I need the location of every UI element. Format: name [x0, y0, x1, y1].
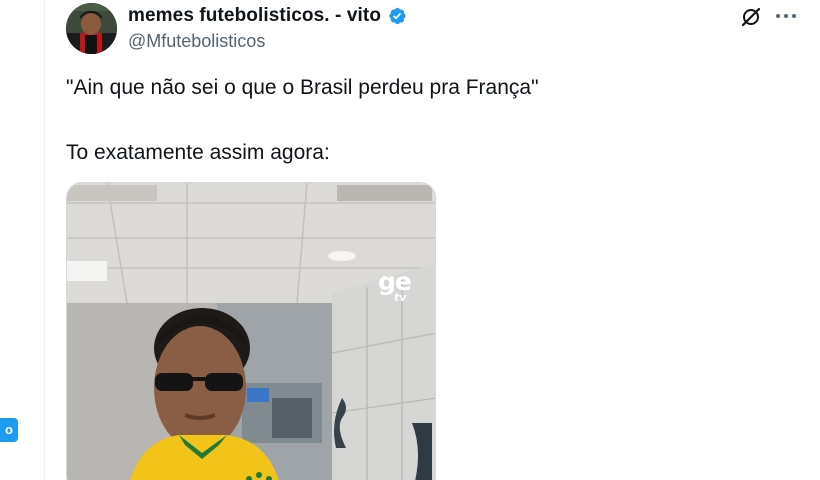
- video-frame-illustration: [67, 183, 435, 480]
- author-display-name[interactable]: memes futebolisticos. - vito: [128, 5, 381, 27]
- media-watermark-sub: tv: [394, 291, 407, 304]
- author-avatar[interactable]: [66, 3, 117, 54]
- timeline-divider: [44, 0, 45, 480]
- author-handle[interactable]: @Mfutebolisticos: [128, 31, 265, 52]
- left-edge-badge[interactable]: o: [0, 418, 18, 442]
- more-options-icon[interactable]: [775, 13, 797, 19]
- tweet-media-video[interactable]: ge tv: [66, 182, 436, 480]
- author-name-row[interactable]: memes futebolisticos. - vito: [128, 4, 407, 28]
- tweet-text-line-1: "Ain que não sei o que o Brasil perdeu p…: [66, 76, 539, 99]
- grok-icon[interactable]: [740, 6, 762, 28]
- tweet-text-line-2: To exatamente assim agora:: [66, 141, 330, 164]
- verified-badge-icon: [389, 7, 406, 25]
